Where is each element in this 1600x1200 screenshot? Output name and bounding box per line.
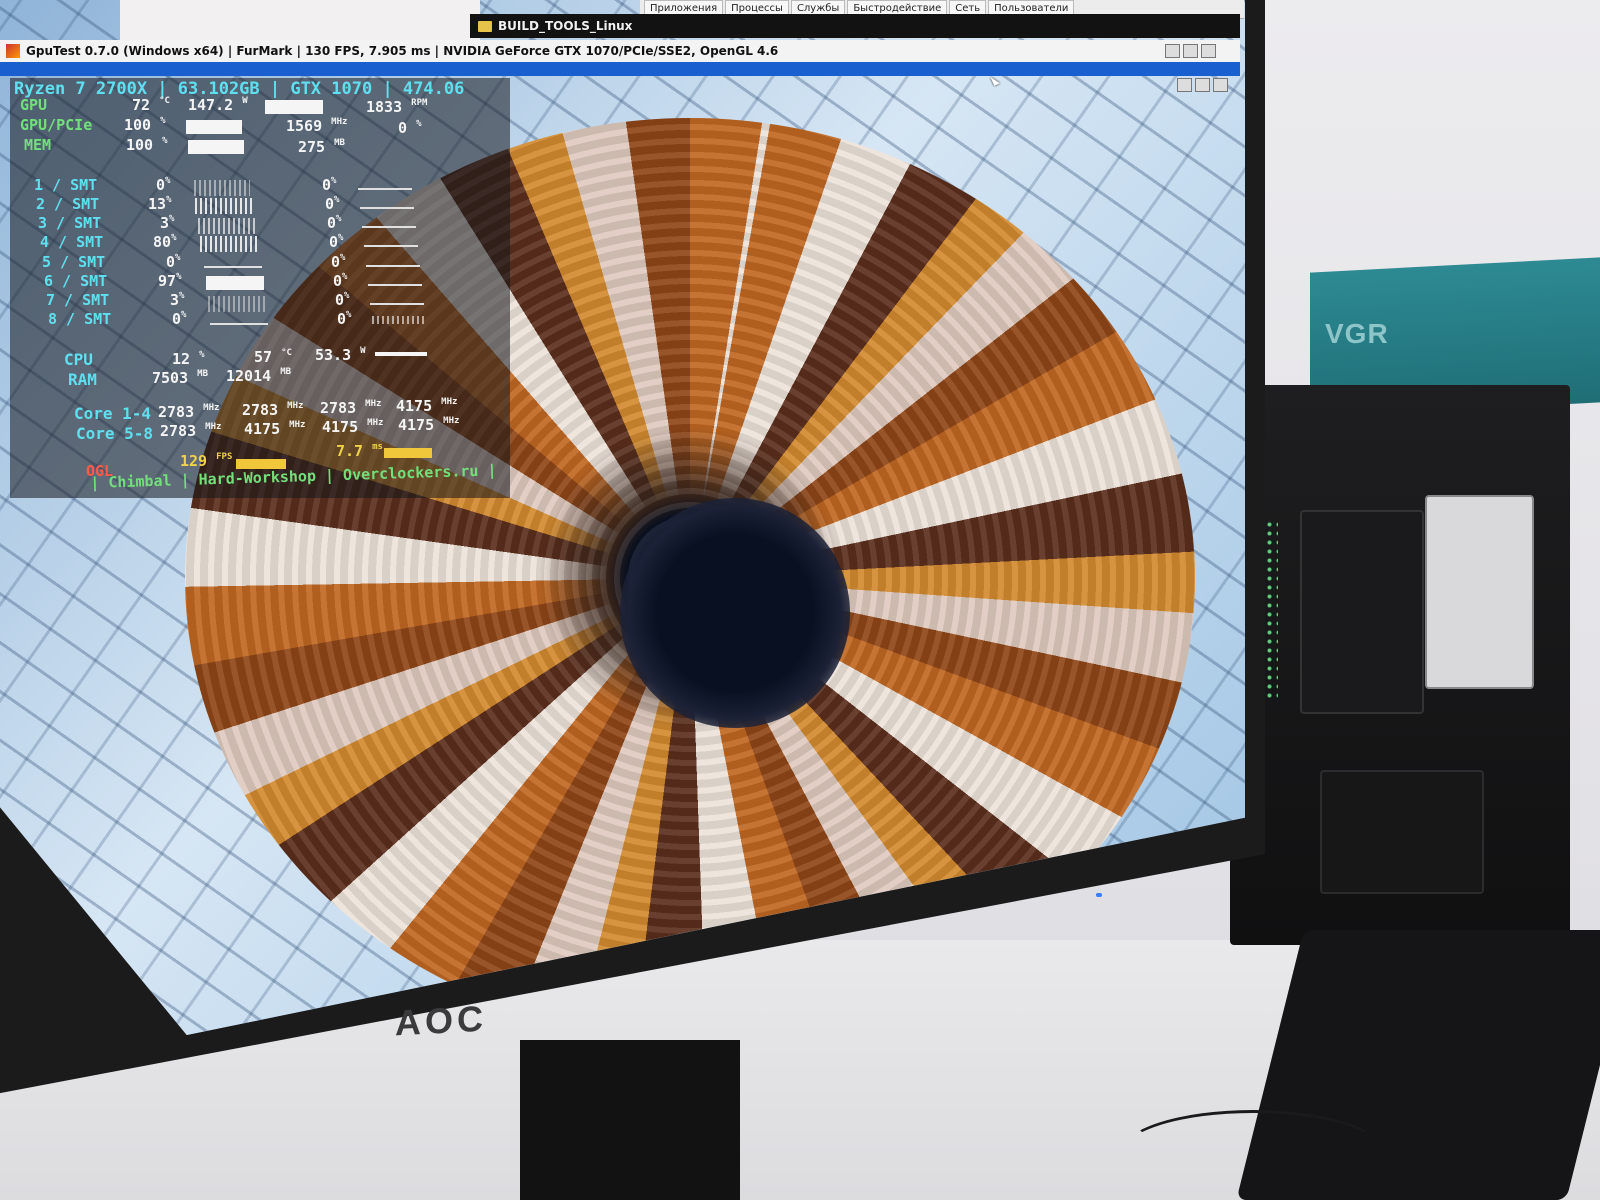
monitor-stand [520,1040,740,1200]
hud-thread-4-graph [200,236,258,252]
hud-thread-8-b: 0% [337,310,352,328]
hud-core-1-4-v1: 2783 MHz [158,403,220,421]
hdd-drive [1425,495,1534,689]
hud-thread-7-label: 7 / SMT [46,291,110,309]
fur-vortex-center [620,498,850,728]
hud-cpu-power: 53.3 W [315,346,366,364]
minimize-icon[interactable] [1165,44,1180,58]
hud-thread-6-load: 97% [158,272,182,290]
furmark-app-icon [6,44,20,58]
hud-thread-8-graph-b [372,316,426,324]
hud-core-1-4-v4: 4175 MHz [396,397,458,415]
hud-core-5-8-v4: 4175 MHz [398,416,460,434]
hud-thread-5-label: 5 / SMT [42,253,106,271]
hud-gpu-power: 147.2 W [188,96,248,114]
hud-thread-1-load: 0% [156,176,171,194]
hud-core-1-4-v3: 2783 MHz [320,399,382,417]
hud-thread-2-graph [195,198,253,214]
hud-thread-7-b: 0% [335,291,350,309]
close-icon[interactable] [1201,44,1216,58]
gputest-subbar [0,62,1240,92]
hud-ram-label: RAM [68,370,97,389]
hud-core-5-8-v1: 2783 MHz [160,422,222,440]
hud-thread-2-label: 2 / SMT [36,195,100,213]
usb-cable [1120,1110,1386,1196]
hud-gpu-load: 100 % [124,116,166,134]
hud-mem-load-bar [188,140,244,154]
hud-ram-total: 12014 MB [226,367,292,385]
hud-thread-1-graph-b [358,188,412,190]
hud-mem-used: 275 MB [298,138,345,156]
hud-core-5-8-v2: 4175 MHz [244,420,306,438]
hud-thread-5-graph [204,266,262,268]
ssd-drive [1300,510,1424,714]
hud-gpu-label: GPU [20,96,48,114]
hud-cpu-temp: 57 °C [254,348,292,366]
hud-thread-7-graph [208,296,266,312]
hud-thread-3-graph [198,218,256,234]
hud-gpu-fan: 1833 RPM [366,98,428,116]
hud-mem-load: 100 % [126,136,168,154]
folder-icon [478,20,492,32]
hud-ram-used: 7503 MB [152,369,208,387]
hud-thread-8-load: 0% [172,310,187,328]
hud-thread-7-load: 3% [170,291,185,309]
monitor-brand-logo: AOC [395,997,487,1044]
hud-core-1-4-label: Core 1-4 [74,404,152,423]
hud-thread-5-b: 0% [331,253,346,271]
build-folder-titlebar[interactable]: BUILD_TOOLS_Linux [470,14,1240,38]
hud-thread-6-bar [206,276,264,290]
hud-thread-6-graph-b [368,284,422,286]
hud-cpu-power-bar [375,352,427,356]
hud-gpu-power-bar [265,100,323,114]
hud-thread-5-graph-b [366,265,420,267]
hud-thread-4-load: 80% [153,233,177,251]
hud-thread-3-load: 3% [160,214,175,232]
hud-thread-4-graph-b [364,245,418,247]
hud-cpu-label: CPU [64,350,93,369]
hud-thread-1-label: 1 / SMT [34,176,98,194]
hud-core-5-8-label: Core 5-8 [76,424,154,443]
hud-thread-5-load: 0% [166,253,181,271]
hud-mem-label: MEM [24,136,52,154]
build-window-controls [1165,44,1216,58]
hud-ogl-fps: 129 FPS [180,452,233,470]
product-box-label: VGR [1325,318,1389,349]
hud-thread-6-label: 6 / SMT [44,272,108,290]
hud-gpu-temp: 72 °C [132,96,170,114]
hud-core-1-4-v2: 2783 MHz [242,401,304,419]
hud-thread-3-label: 3 / SMT [38,214,102,232]
maximize-icon[interactable] [1183,44,1198,58]
hud-core-5-8-v3: 4175 MHz [322,418,384,436]
background-window [120,0,480,40]
hud-thread-4-b: 0% [329,233,344,251]
hud-ms-bar [384,448,432,458]
hud-thread-3-graph-b [362,226,416,228]
hud-thread-2-load: 13% [148,195,172,213]
hud-thread-2-graph-b [360,207,414,209]
hud-gpu-pcie-label: GPU/PCIe [20,116,93,134]
hud-thread-8-label: 8 / SMT [48,310,112,328]
lower-ssd [1320,770,1484,894]
gputest-window-title: GpuTest 0.7.0 (Windows x64) | FurMark | … [26,44,779,58]
hud-gpu-load-bar [186,120,242,134]
gputest-titlebar[interactable]: GpuTest 0.7.0 (Windows x64) | FurMark | … [0,40,1240,62]
hud-gpu-clock: 1569 MHz [286,117,348,135]
hud-ogl-ms: 7.7 ms [336,442,383,460]
hud-thread-2-b: 0% [325,195,340,213]
hud-thread-1-graph [194,180,250,196]
hud-thread-8-graph [210,323,268,325]
hud-thread-4-label: 4 / SMT [40,233,104,251]
hud-thread-3-b: 0% [327,214,342,232]
hud-thread-1-b: 0% [322,176,337,194]
hud-pcie-load: 0 % [398,119,422,137]
power-led [1096,893,1102,897]
build-folder-title: BUILD_TOOLS_Linux [498,19,633,33]
hud-thread-6-b: 0% [333,272,348,290]
hud-thread-7-graph-b [370,303,424,305]
hud-cpu-load: 12 % [172,350,205,368]
